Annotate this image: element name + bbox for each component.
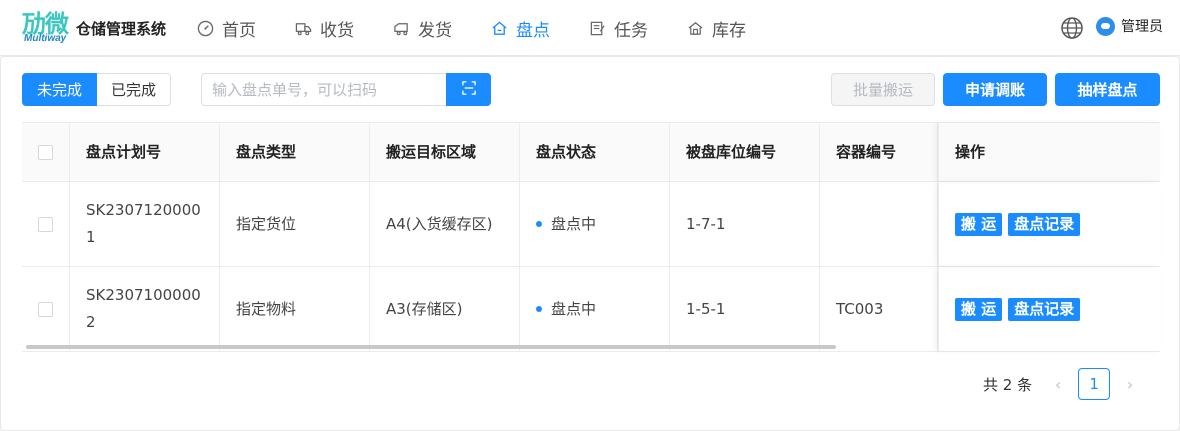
status-dot [536,221,542,227]
target-area-cell: A4(入货缓存区) [370,182,520,266]
user-menu[interactable]: 管理员 [1096,16,1163,36]
top-header: 劢微 Multiway 仓储管理系统 首页 收货 发货 盘点 任务 库存 管理员 [0,0,1180,56]
avatar [1096,16,1115,36]
warehouse-icon [686,19,704,37]
search-box [201,73,491,106]
task-icon [588,19,606,37]
main-nav: 首页 收货 发货 盘点 任务 库存 [196,0,784,56]
table-row: SK23071200001 指定货位 A4(入货缓存区) 盘点中 1-7-1 搬… [22,182,1160,267]
row-checkbox[interactable] [38,216,53,232]
status-text: 盘点中 [551,214,597,233]
apply-adjustment-button[interactable]: 申请调账 [943,73,1047,106]
container-cell [820,182,938,266]
column-header: 盘点类型 [220,123,370,181]
column-header: 操作 [938,123,1160,181]
user-name: 管理员 [1121,19,1163,35]
inventory-count-table: 盘点计划号 盘点类型 搬运目标区域 盘点状态 被盘库位编号 容器编号 操作 SK… [22,122,1160,352]
status-dot [536,306,542,312]
location-cell: 1-5-1 [670,267,820,351]
location-cell: 1-7-1 [670,182,820,266]
tab-complete[interactable]: 已完成 [97,73,172,106]
nav-item-stock[interactable]: 库存 [686,0,746,56]
status-cell: 盘点中 [520,182,670,266]
column-header: 容器编号 [820,123,938,181]
multiway-logo[interactable]: 劢微 Multiway [22,8,72,48]
total-count: 共 2 条 [983,375,1033,394]
home-icon [490,19,508,37]
target-area-cell: A3(存储区) [370,267,520,351]
move-button[interactable]: 搬 运 [955,212,1003,236]
count-record-button[interactable]: 盘点记录 [1008,212,1081,236]
column-header: 被盘库位编号 [670,123,820,181]
column-header: 盘点计划号 [70,123,220,181]
page-number-button[interactable]: 1 [1078,368,1111,400]
nav-label: 任务 [614,20,648,41]
nav-item-shipping[interactable]: 发货 [392,0,452,56]
nav-item-inventory-count[interactable]: 盘点 [490,0,550,56]
tab-incomplete[interactable]: 未完成 [22,73,98,106]
header-checkbox-cell [22,123,70,181]
pagination: 共 2 条 ‹ 1 › [983,368,1142,400]
dashboard-icon [196,19,214,37]
nav-label: 库存 [712,20,746,41]
nav-label: 盘点 [516,20,550,41]
nav-label: 发货 [418,20,452,41]
shipping-icon [392,19,410,37]
table-header-row: 盘点计划号 盘点类型 搬运目标区域 盘点状态 被盘库位编号 容器编号 操作 [22,123,1160,182]
language-globe-icon[interactable] [1060,16,1084,40]
plan-number-cell: SK23071200001 [70,182,220,266]
row-checkbox-cell [22,182,70,266]
logo-text-en: Multiway [24,33,67,44]
prev-page-icon[interactable]: ‹ [1046,368,1070,400]
search-input[interactable] [201,73,446,106]
row-checkbox[interactable] [38,301,53,317]
scan-button[interactable] [446,73,491,106]
plan-number-cell: SK23071000002 [70,267,220,351]
row-checkbox-cell [22,267,70,351]
count-record-button[interactable]: 盘点记录 [1008,297,1081,321]
nav-label: 首页 [222,20,256,41]
count-type-cell: 指定货位 [220,182,370,266]
column-header: 搬运目标区域 [370,123,520,181]
actions-cell: 搬 运 盘点记录 [938,182,1160,266]
container-cell: TC003 [820,267,938,351]
nav-item-home[interactable]: 首页 [196,0,256,56]
system-title: 仓储管理系统 [76,20,167,38]
actions-cell: 搬 运 盘点记录 [938,267,1160,351]
move-button[interactable]: 搬 运 [955,297,1003,321]
table-row: SK23071000002 指定物料 A3(存储区) 盘点中 1-5-1 TC0… [22,267,1160,352]
horizontal-scrollbar[interactable] [26,345,836,349]
select-all-checkbox[interactable] [38,144,53,160]
column-header: 盘点状态 [520,123,670,181]
next-page-icon[interactable]: › [1118,368,1142,400]
content-card: 未完成 已完成 批量搬运 申请调账 抽样盘点 盘点计划号 盘点类型 搬运目标区域… [0,56,1180,431]
count-type-cell: 指定物料 [220,267,370,351]
status-segmented-control: 未完成 已完成 [22,73,172,106]
batch-move-button[interactable]: 批量搬运 [831,73,935,106]
nav-item-tasks[interactable]: 任务 [588,0,648,56]
nav-label: 收货 [320,20,354,41]
sample-count-button[interactable]: 抽样盘点 [1055,73,1160,106]
nav-item-receiving[interactable]: 收货 [294,0,354,56]
status-cell: 盘点中 [520,267,670,351]
scan-icon [461,80,476,99]
truck-icon [294,19,312,37]
status-text: 盘点中 [551,299,597,318]
